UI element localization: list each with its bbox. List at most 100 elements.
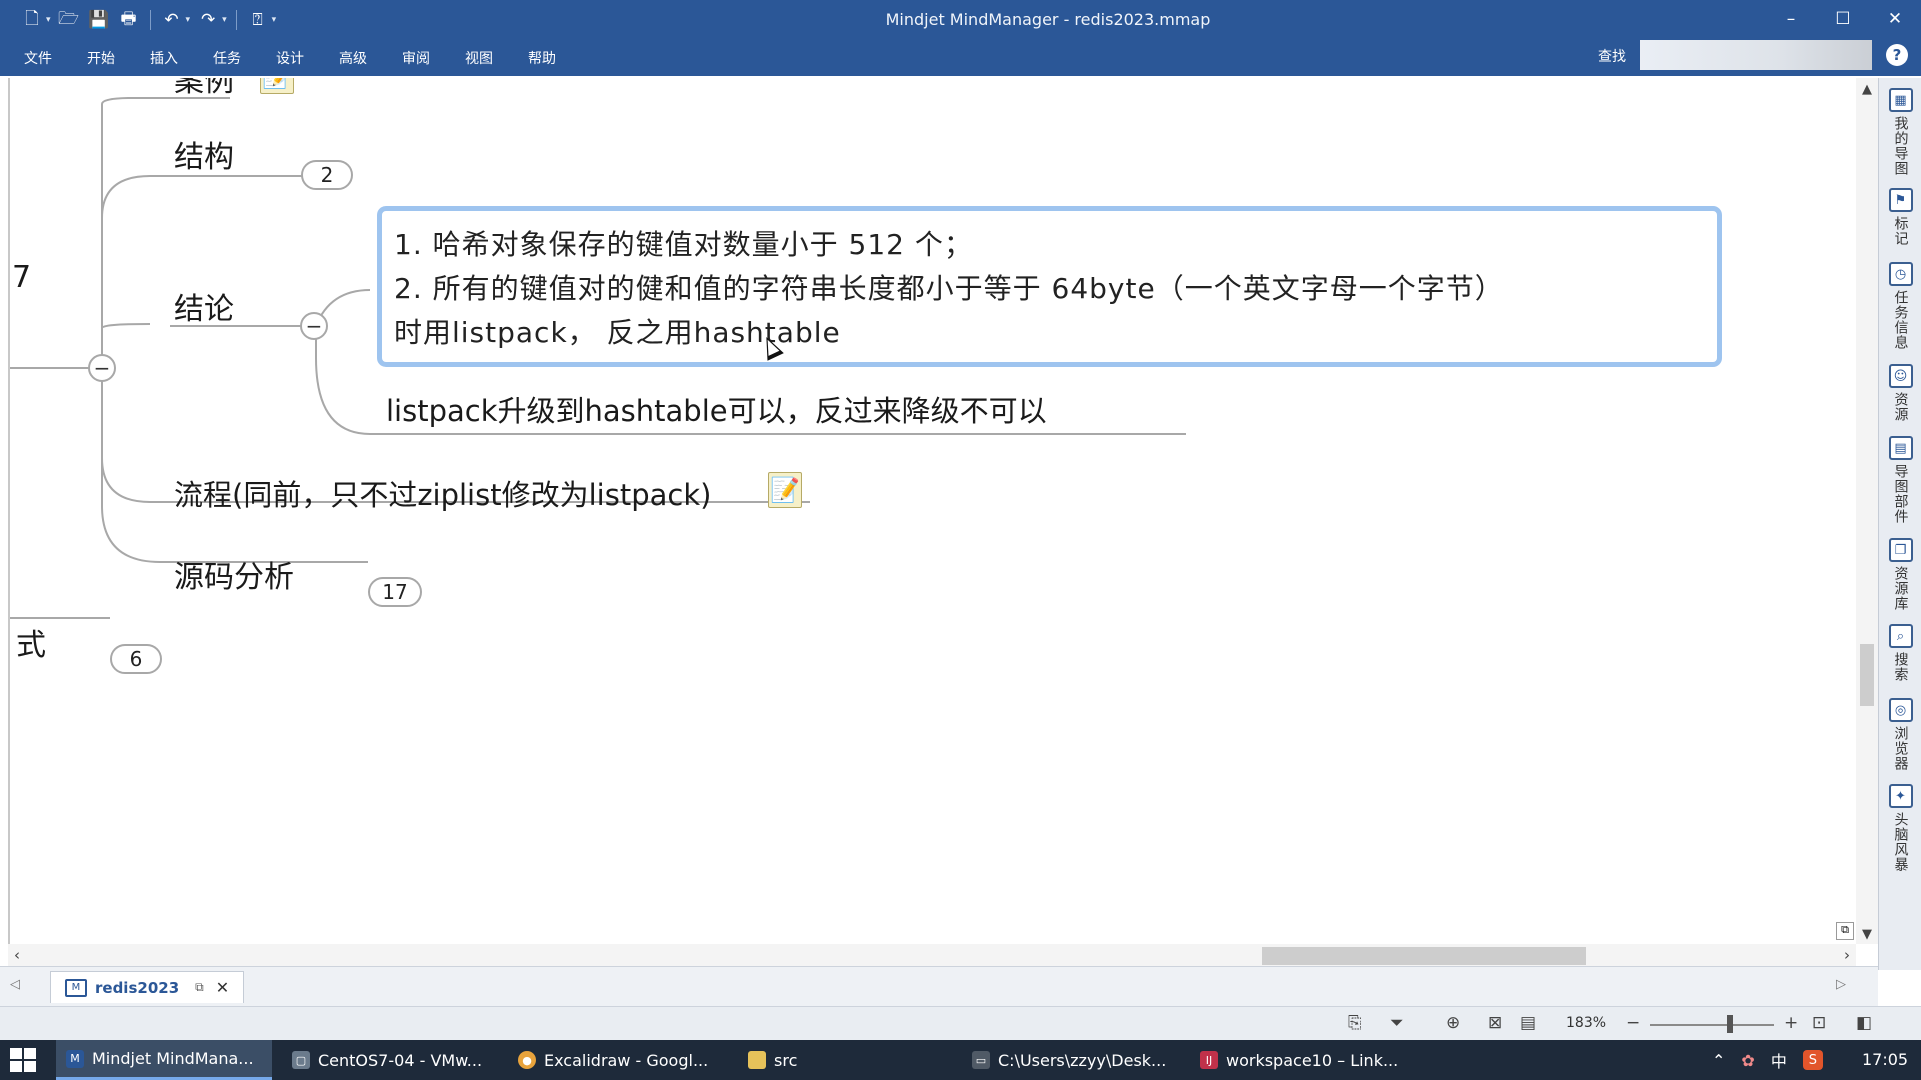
tray-app-icon[interactable]: ✿ [1741,1051,1754,1070]
panel-browser[interactable]: ◎ 浏览器 [1879,698,1921,771]
find-label[interactable]: 查找 [1598,46,1626,66]
panel-markers[interactable]: ⚑ 标记 [1879,188,1921,246]
outline-view-icon[interactable]: ▤ [1520,1013,1536,1033]
scroll-right-arrow-icon[interactable]: › [1844,946,1850,964]
zoom-slider[interactable] [1650,1024,1774,1026]
tab-scroll-right-icon[interactable]: ▷ [1836,977,1846,992]
intellij-icon: IJ [1200,1051,1218,1069]
scroll-down-arrow-icon[interactable]: ▼ [1856,927,1878,942]
fit-map-icon[interactable]: ⊡ [1812,1013,1826,1033]
zoom-slider-thumb[interactable] [1727,1015,1733,1033]
filter-icon[interactable]: ⏷ [1390,1013,1404,1033]
task-pane-strip: ▦ 我的导图 ⚑ 标记 ◷ 任务信息 ☺ 资源 ▤ 导图部件 ❐ 资源库 ⌕ 搜… [1878,78,1921,970]
system-tray: ⌃ ✿ 中 S [1712,1040,1823,1080]
focus-topic-icon[interactable]: ⊕ [1446,1013,1460,1033]
zoom-out-button[interactable]: − [1626,1013,1640,1033]
window-title: Mindjet MindManager - redis2023.mmap [885,10,1211,29]
panel-label: 我的导图 [1892,116,1909,176]
topic-cutoff-left-2[interactable]: 式 [16,620,46,664]
subtopic-count-badge[interactable]: 6 [110,644,162,674]
tab-advanced[interactable]: 高级 [337,46,369,70]
float-window-icon[interactable]: ⧉ [195,980,204,995]
status-bar: ⎘ ⏷ ⊕ ⊠ ▤ 183% − + ⊡ ◧ [0,1006,1921,1040]
tab-review[interactable]: 审阅 [400,46,432,70]
close-button[interactable]: ✕ [1869,4,1921,34]
topic-cutoff-left[interactable]: 7 [12,260,31,295]
help-button[interactable]: ? [1886,44,1908,66]
document-tab[interactable]: M redis2023 ⧉ ✕ [50,971,244,1003]
map-document-icon: M [65,978,87,997]
taskbar-item[interactable]: IJ workspace10 – Link... [1190,1040,1410,1080]
input-method-indicator[interactable]: 中 [1771,1048,1787,1072]
tab-file[interactable]: 文件 [22,46,54,70]
map-canvas[interactable]: 案例 📝 7 − 结构 2 结论 − 1. 哈希对象保存的键值对数量小于 512… [8,78,1856,944]
panel-resources[interactable]: ☺ 资源 [1879,364,1921,422]
horizontal-scroll-thumb[interactable] [1262,947,1586,965]
panel-my-maps[interactable]: ▦ 我的导图 [1879,88,1921,176]
tab-home[interactable]: 开始 [85,46,117,70]
vmware-icon: ▢ [292,1051,310,1069]
scroll-up-arrow-icon[interactable]: ▲ [1856,82,1878,97]
terminal-icon: ▭ [972,1051,990,1069]
taskbar-item[interactable]: M Mindjet MindMana... [56,1040,272,1080]
panel-label: 导图部件 [1892,464,1909,524]
selected-topic-box[interactable]: 1. 哈希对象保存的键值对数量小于 512 个； 2. 所有的键值对的健和值的字… [377,206,1722,367]
tab-help[interactable]: 帮助 [526,46,558,70]
taskbar-item-label: Mindjet MindMana... [92,1049,254,1068]
windows-taskbar: M Mindjet MindMana... ▢ CentOS7-04 - VMw… [0,1040,1921,1080]
ribbon-tabs: 文件 开始 插入 任务 设计 高级 审阅 视图 帮助 [22,46,558,70]
tray-expand-icon[interactable]: ⌃ [1712,1051,1725,1070]
scroll-left-arrow-icon[interactable]: ‹ [14,946,20,964]
panel-label: 资源库 [1892,566,1909,611]
topic-process[interactable]: 流程(同前，只不过ziplist修改为listpack) [174,472,711,514]
tab-view[interactable]: 视图 [463,46,495,70]
minimize-button[interactable]: – [1765,4,1817,34]
collapse-button[interactable]: − [300,312,328,340]
subtopic-count-badge[interactable]: 17 [368,577,422,607]
title-bar: 🗋 ▾ 🗁 💾 🖶 ↶ ▾ ↷ ▾ ⍰ ▾ Mindjet MindManage… [0,0,1921,76]
panel-search[interactable]: ⌕ 搜索 [1879,624,1921,682]
maximize-button[interactable]: ☐ [1817,4,1869,34]
topic-cases[interactable]: 案例 [174,78,234,100]
library-icon: ❐ [1888,538,1913,562]
task-pane-toggle-icon[interactable]: ◧ [1856,1013,1872,1033]
taskbar-item[interactable]: ▢ CentOS7-04 - VMw... [282,1040,502,1080]
tab-design[interactable]: 设计 [274,46,306,70]
collapse-button[interactable]: − [88,354,116,382]
tab-scroll-left-icon[interactable]: ◁ [10,977,20,992]
topic-source-analysis[interactable]: 源码分析 [174,552,294,596]
vertical-scrollbar[interactable]: ▲ ▼ [1856,78,1878,944]
vertical-scroll-thumb[interactable] [1860,644,1874,706]
split-view-icon[interactable]: ⧉ [1836,922,1854,940]
note-icon[interactable]: 📝 [768,472,802,508]
zoom-level: 183% [1566,1015,1607,1031]
taskbar-item[interactable]: src [738,1040,958,1080]
note-icon[interactable]: 📝 [260,78,294,94]
taskbar-item[interactable]: ● Excalidraw - Googl... [508,1040,732,1080]
panel-task-info[interactable]: ◷ 任务信息 [1879,262,1921,350]
tab-task[interactable]: 任务 [211,46,243,70]
topic-conclusion[interactable]: 结论 [174,284,234,328]
taskbar-clock[interactable]: 17:05 [1862,1050,1908,1069]
sogou-ime-icon[interactable]: S [1802,1050,1823,1070]
panel-library[interactable]: ❐ 资源库 [1879,538,1921,611]
browser-icon: ◎ [1888,698,1913,722]
panel-brainstorm[interactable]: ✦ 头脑风暴 [1879,784,1921,872]
horizontal-scrollbar[interactable]: ‹ › [8,944,1856,966]
map-view-icon[interactable]: ⊠ [1488,1013,1502,1033]
zoom-in-button[interactable]: + [1784,1013,1798,1033]
topic-structure[interactable]: 结构 [174,132,234,176]
subtopic-count-badge[interactable]: 2 [301,160,353,190]
document-tab-label: redis2023 [95,978,180,997]
panel-map-parts[interactable]: ▤ 导图部件 [1879,436,1921,524]
taskbar-item-label: workspace10 – Link... [1226,1050,1399,1070]
page-setup-icon[interactable]: ⎘ [1348,1013,1362,1033]
close-tab-button[interactable]: ✕ [216,978,229,997]
panel-label: 任务信息 [1892,290,1909,350]
taskbar-item[interactable]: ▭ C:\Users\zzyy\Desk... [962,1040,1182,1080]
tab-insert[interactable]: 插入 [148,46,180,70]
panel-label: 资源 [1892,392,1909,422]
topic-conclusion-upgrade[interactable]: listpack升级到hashtable可以，反过来降级不可以 [386,388,1047,430]
windows-start-icon[interactable] [10,1048,36,1072]
find-input[interactable] [1640,40,1872,70]
